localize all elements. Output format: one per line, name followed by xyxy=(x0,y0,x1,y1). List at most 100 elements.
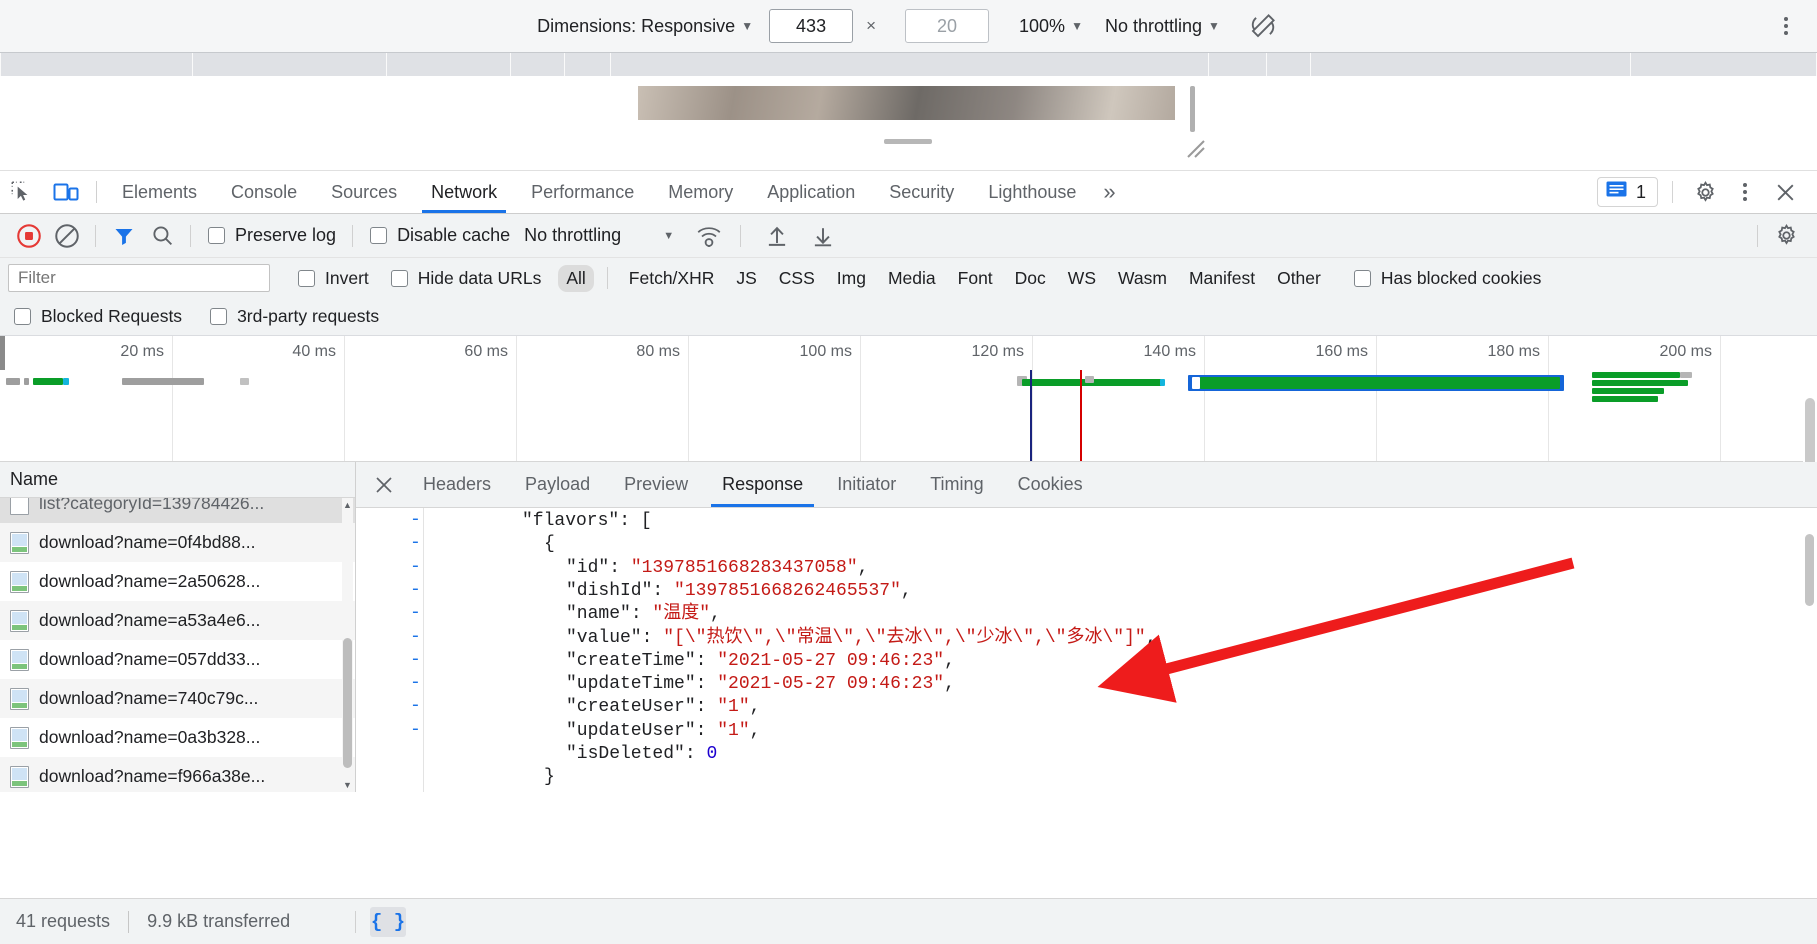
filter-type-ws[interactable]: WS xyxy=(1060,265,1104,292)
gear-icon[interactable] xyxy=(1687,176,1723,208)
scrollbar-thumb[interactable] xyxy=(343,638,352,768)
table-row[interactable]: list?categoryId=139784426... xyxy=(0,498,355,523)
tab-timing[interactable]: Timing xyxy=(913,462,1000,507)
tab-headers[interactable]: Headers xyxy=(406,462,508,507)
tab-initiator[interactable]: Initiator xyxy=(820,462,913,507)
filter-type-font[interactable]: Font xyxy=(950,265,1001,292)
fold-toggle-icon[interactable]: - xyxy=(410,696,421,716)
tab-cookies[interactable]: Cookies xyxy=(1001,462,1100,507)
tab-label: Application xyxy=(767,181,856,202)
inspect-element-icon[interactable] xyxy=(0,171,44,213)
tab-response[interactable]: Response xyxy=(705,462,820,507)
issues-counter-button[interactable]: 1 xyxy=(1596,177,1658,207)
resize-handle-vertical[interactable] xyxy=(884,139,932,144)
viewport-height-input[interactable] xyxy=(905,9,990,43)
search-icon[interactable] xyxy=(143,217,181,255)
tab-lighthouse[interactable]: Lighthouse xyxy=(971,171,1093,213)
tab-payload[interactable]: Payload xyxy=(508,462,607,507)
fold-toggle-icon[interactable]: - xyxy=(410,627,421,647)
tab-application[interactable]: Application xyxy=(750,171,872,213)
more-tabs-icon[interactable]: » xyxy=(1093,171,1122,213)
checkbox-box[interactable] xyxy=(14,308,31,325)
fold-toggle-icon[interactable]: - xyxy=(410,533,421,553)
filter-type-manifest[interactable]: Manifest xyxy=(1181,265,1263,292)
tab-memory[interactable]: Memory xyxy=(651,171,750,213)
tab-preview[interactable]: Preview xyxy=(607,462,705,507)
third-party-requests-checkbox[interactable]: 3rd-party requests xyxy=(210,306,379,327)
checkbox-box[interactable] xyxy=(390,269,408,287)
tab-console[interactable]: Console xyxy=(214,171,314,213)
tab-sources[interactable]: Sources xyxy=(314,171,414,213)
filter-type-other[interactable]: Other xyxy=(1269,265,1329,292)
table-row[interactable]: download?name=f966a38e... xyxy=(0,757,355,792)
fold-toggle-icon[interactable]: - xyxy=(410,557,421,577)
hide-data-urls-checkbox[interactable]: Hide data URLs xyxy=(390,268,541,289)
checkbox-box[interactable] xyxy=(210,308,228,325)
table-row[interactable]: download?name=a53a4e6... xyxy=(0,601,355,640)
filter-type-css[interactable]: CSS xyxy=(771,265,823,292)
close-devtools-icon[interactable] xyxy=(1767,176,1803,208)
table-row[interactable]: download?name=0f4bd88... xyxy=(0,523,355,562)
export-har-icon[interactable] xyxy=(804,217,842,255)
network-overview-timeline[interactable]: 20 ms 40 ms 60 ms 80 ms 100 ms 120 ms 14… xyxy=(0,336,1817,462)
preserve-log-checkbox[interactable]: Preserve log xyxy=(208,225,336,246)
request-count-label: 41 requests xyxy=(16,911,111,931)
funnel-filter-icon[interactable] xyxy=(105,217,143,255)
filter-type-media[interactable]: Media xyxy=(880,265,944,292)
gear-icon[interactable] xyxy=(1767,217,1805,255)
filter-type-all[interactable]: All xyxy=(558,264,594,292)
blocked-requests-checkbox[interactable]: Blocked Requests xyxy=(14,306,182,327)
checkbox-box[interactable] xyxy=(298,269,315,287)
table-row[interactable]: download?name=740c79c... xyxy=(0,679,355,718)
device-toolbar-kebab-menu[interactable] xyxy=(1773,13,1799,39)
pretty-print-braces-icon[interactable]: { } xyxy=(370,906,406,937)
viewport-width-input[interactable] xyxy=(769,9,854,43)
scrollbar-thumb[interactable] xyxy=(1805,534,1814,606)
toggle-device-toolbar-icon[interactable] xyxy=(44,171,88,213)
resize-handle-horizontal[interactable] xyxy=(1190,86,1195,132)
fold-toggle-icon[interactable]: - xyxy=(410,720,421,740)
overview-request-bar xyxy=(1592,396,1658,402)
filter-input[interactable] xyxy=(8,264,270,292)
checkbox-box[interactable] xyxy=(370,227,388,244)
checkbox-box[interactable] xyxy=(1353,269,1371,287)
invert-checkbox[interactable]: Invert xyxy=(298,268,369,289)
response-scrollbar[interactable] xyxy=(1804,516,1815,782)
tab-elements[interactable]: Elements xyxy=(105,171,214,213)
filter-type-fetch-xhr[interactable]: Fetch/XHR xyxy=(621,265,723,292)
disable-cache-checkbox[interactable]: Disable cache xyxy=(370,225,510,246)
table-row[interactable]: download?name=057dd33... xyxy=(0,640,355,679)
table-row[interactable]: download?name=0a3b328... xyxy=(0,718,355,757)
resize-handle-corner[interactable] xyxy=(1185,138,1207,160)
scroll-down-icon[interactable]: ▼ xyxy=(342,778,353,792)
network-conditions-icon[interactable] xyxy=(690,217,728,255)
filter-type-wasm[interactable]: Wasm xyxy=(1110,265,1175,292)
fold-toggle-icon[interactable]: - xyxy=(410,603,421,623)
network-throttling-dropdown[interactable]: No throttling ▼ xyxy=(524,225,674,246)
record-stop-icon[interactable] xyxy=(10,217,48,255)
filter-type-doc[interactable]: Doc xyxy=(1007,265,1054,292)
filter-type-img[interactable]: Img xyxy=(829,265,874,292)
zoom-dropdown[interactable]: 100% ▼ xyxy=(989,16,1083,37)
fold-toggle-icon[interactable]: - xyxy=(410,650,421,670)
close-detail-panel-icon[interactable] xyxy=(362,462,406,507)
fold-toggle-icon[interactable]: - xyxy=(410,580,421,600)
dimensions-dropdown[interactable]: Dimensions: Responsive ▼ xyxy=(537,16,753,37)
tab-security[interactable]: Security xyxy=(872,171,971,213)
tab-performance[interactable]: Performance xyxy=(514,171,651,213)
filter-type-js[interactable]: JS xyxy=(728,265,764,292)
has-blocked-cookies-checkbox[interactable]: Has blocked cookies xyxy=(1353,268,1541,289)
device-throttling-dropdown[interactable]: No throttling ▼ xyxy=(1083,16,1220,37)
rotate-device-icon[interactable] xyxy=(1246,9,1280,43)
checkbox-box[interactable] xyxy=(208,227,225,244)
fold-toggle-icon[interactable]: - xyxy=(410,510,421,530)
fold-toggle-icon[interactable]: - xyxy=(410,673,421,693)
import-har-icon[interactable] xyxy=(758,217,796,255)
response-body-viewer[interactable]: - "flavors": [- {- "id": "13978516682834370… xyxy=(356,508,1817,792)
devtools-kebab-menu-icon[interactable] xyxy=(1727,176,1763,208)
request-list-scrollbar[interactable]: ▲ ▼ xyxy=(342,498,353,792)
table-row[interactable]: download?name=2a50628... xyxy=(0,562,355,601)
scroll-up-icon[interactable]: ▲ xyxy=(342,498,353,512)
tab-network[interactable]: Network xyxy=(414,171,514,213)
clear-icon[interactable] xyxy=(48,217,86,255)
